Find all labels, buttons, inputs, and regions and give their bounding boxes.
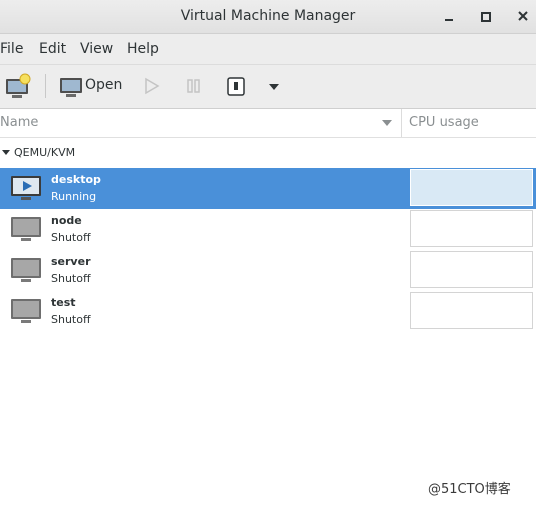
menu-file[interactable]: File xyxy=(0,41,23,57)
cpu-usage-graph xyxy=(410,210,533,247)
connection-group[interactable]: QEMU/KVM xyxy=(0,140,536,166)
vm-row-server[interactable]: server Shutoff xyxy=(0,250,536,291)
column-separator[interactable] xyxy=(401,109,402,137)
power-icon xyxy=(227,77,245,96)
run-button[interactable] xyxy=(140,71,164,101)
open-label: Open xyxy=(85,77,123,93)
chevron-down-icon xyxy=(269,84,279,90)
vm-shutoff-icon xyxy=(11,258,41,282)
expander-icon[interactable] xyxy=(2,150,10,155)
maximize-button[interactable] xyxy=(476,6,496,26)
vm-status: Shutoff xyxy=(51,231,91,244)
toolbar-separator xyxy=(45,74,46,98)
vm-name: server xyxy=(51,255,91,268)
new-vm-icon xyxy=(6,73,31,98)
menu-help[interactable]: Help xyxy=(127,41,159,57)
vm-shutoff-icon xyxy=(11,299,41,323)
play-icon xyxy=(145,77,160,95)
vm-name: desktop xyxy=(51,173,101,186)
minimize-button[interactable] xyxy=(440,6,460,26)
sort-arrow-icon[interactable] xyxy=(382,120,392,126)
vm-status: Shutoff xyxy=(51,313,91,326)
close-button[interactable] xyxy=(513,6,533,26)
new-vm-button[interactable] xyxy=(4,71,32,101)
column-name[interactable]: Name xyxy=(0,115,38,130)
vm-name: test xyxy=(51,296,76,309)
watermark: @51CTO博客 xyxy=(428,482,511,497)
pause-icon xyxy=(187,79,200,93)
shutdown-button[interactable] xyxy=(224,71,248,101)
vm-status: Running xyxy=(51,190,97,203)
vm-name: node xyxy=(51,214,82,227)
cpu-usage-graph xyxy=(410,292,533,329)
column-cpu-usage[interactable]: CPU usage xyxy=(409,115,479,130)
menu-bar: File Edit View Help xyxy=(0,34,536,65)
title-bar: Virtual Machine Manager xyxy=(0,0,536,34)
pause-button[interactable] xyxy=(182,71,206,101)
vm-status: Shutoff xyxy=(51,272,91,285)
menu-view[interactable]: View xyxy=(80,41,113,57)
vm-shutoff-icon xyxy=(11,217,41,241)
open-button[interactable]: Open xyxy=(58,71,126,101)
list-header: Name CPU usage xyxy=(0,109,536,138)
monitor-icon xyxy=(60,78,82,97)
vm-row-node[interactable]: node Shutoff xyxy=(0,209,536,250)
vm-running-icon xyxy=(11,176,41,200)
close-icon xyxy=(518,11,528,21)
cpu-usage-graph xyxy=(410,169,533,206)
menu-edit[interactable]: Edit xyxy=(39,41,66,57)
cpu-usage-graph xyxy=(410,251,533,288)
vm-row-desktop[interactable]: desktop Running xyxy=(0,168,536,209)
vm-row-test[interactable]: test Shutoff xyxy=(0,291,536,332)
connection-label: QEMU/KVM xyxy=(14,146,76,159)
toolbar: Open xyxy=(0,65,536,109)
shutdown-menu-button[interactable] xyxy=(264,71,284,101)
